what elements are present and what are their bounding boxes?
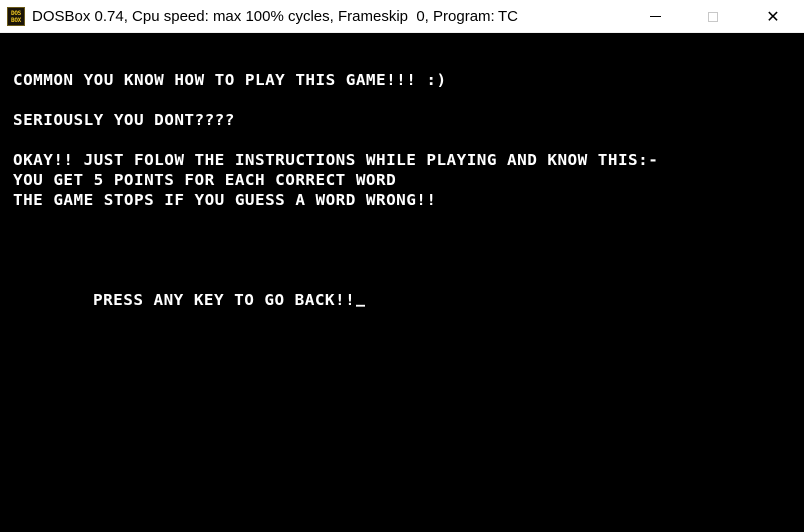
minimize-button[interactable] [632,0,678,33]
dosbox-window: DOS BOX DOSBox 0.74, Cpu speed: max 100%… [0,0,804,532]
screen-prompt: PRESS ANY KEY TO GO BACK!! [93,291,356,309]
screen-line-3: OKAY!! JUST FOLOW THE INSTRUCTIONS WHILE… [13,151,659,169]
maximize-button[interactable] [690,0,736,33]
close-button[interactable]: ✕ [750,0,796,33]
screen-line-2: SERIOUSLY YOU DONT???? [13,111,235,129]
app-icon-label-bottom: BOX [11,16,21,24]
minimize-icon [649,16,661,17]
screen-line-5: THE GAME STOPS IF YOU GUESS A WORD WRONG… [13,191,437,209]
maximize-icon [708,11,718,22]
title-bar[interactable]: DOS BOX DOSBox 0.74, Cpu speed: max 100%… [0,0,804,33]
screen-line-4: YOU GET 5 POINTS FOR EACH CORRECT WORD [13,171,397,189]
close-icon: ✕ [766,6,780,26]
dosbox-app-icon[interactable]: DOS BOX [7,7,25,26]
screen-prompt-line: PRESS ANY KEY TO GO BACK!! [93,291,366,309]
window-title-program: TC [498,8,518,25]
window-title: DOSBox 0.74, Cpu speed: max 100% cycles,… [32,8,495,25]
dos-screen[interactable]: COMMON YOU KNOW HOW TO PLAY THIS GAME!!!… [0,33,804,532]
app-icon-label-top: DOS [11,9,21,17]
screen-line-1: COMMON YOU KNOW HOW TO PLAY THIS GAME!!!… [13,71,447,89]
text-cursor [356,304,366,307]
